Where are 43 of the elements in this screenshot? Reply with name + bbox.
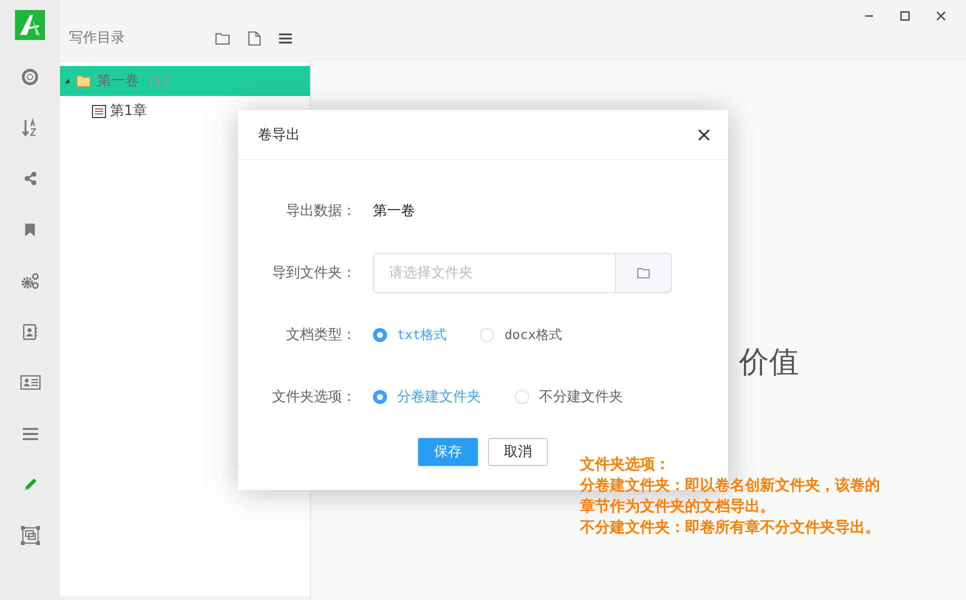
radio-option[interactable]: docx格式	[480, 326, 562, 344]
maximize-icon[interactable]	[900, 11, 910, 21]
dialog-button[interactable]: 取消	[488, 438, 548, 466]
annotation-line: 章节作为文件夹的文档导出。	[580, 496, 776, 517]
background-heading: 价值	[739, 344, 799, 382]
radio-button[interactable]	[373, 328, 387, 342]
chapter-count: [1]	[149, 74, 168, 88]
field-value: 第一卷	[373, 202, 415, 220]
contact-book-icon	[21, 322, 39, 340]
expand-arrow-icon[interactable]	[64, 78, 70, 84]
field-label: 导到文件夹：	[271, 264, 356, 282]
file-icon[interactable]	[248, 30, 261, 46]
annotation-line: 不分建文件夹：即卷所有章不分文件夹导出。	[580, 517, 880, 538]
lifebuoy-icon	[21, 68, 39, 86]
menu-icon	[22, 426, 38, 440]
sidebar-title: 写作目录	[69, 29, 126, 47]
close-icon[interactable]	[698, 128, 710, 140]
share-icon	[22, 170, 38, 187]
gears-icon	[20, 272, 40, 290]
radio-button[interactable]	[373, 390, 387, 404]
radio-option[interactable]: 不分建文件夹	[515, 388, 623, 406]
field-label: 导出数据：	[285, 202, 356, 220]
field-label: 文档类型：	[285, 326, 356, 344]
folder-icon	[637, 267, 650, 279]
close-icon[interactable]	[936, 11, 946, 21]
field-label: 文件夹选项：	[271, 388, 356, 406]
bookmark-icon	[22, 222, 38, 238]
chapter-name: 第1章	[110, 102, 147, 120]
annotation-line: 文件夹选项：	[580, 454, 671, 475]
id-card-icon	[20, 374, 40, 391]
pencil-icon	[22, 476, 38, 493]
annotation-line: 分卷建文件夹：即以卷名创新文件夹，该卷的	[580, 475, 880, 496]
volume-name: 第一卷	[97, 72, 139, 90]
frame-icon	[20, 525, 40, 546]
sort-az-icon	[21, 118, 39, 138]
app-logo	[15, 10, 45, 40]
tree-item[interactable]: 第1章	[60, 96, 310, 126]
menu-icon[interactable]	[279, 32, 292, 44]
dialog-title: 卷导出	[258, 126, 300, 144]
folder-path-field[interactable]: 请选择文件夹	[373, 253, 615, 293]
folder-icon[interactable]	[215, 32, 230, 44]
folder-icon	[76, 74, 91, 88]
document-icon	[92, 104, 106, 118]
